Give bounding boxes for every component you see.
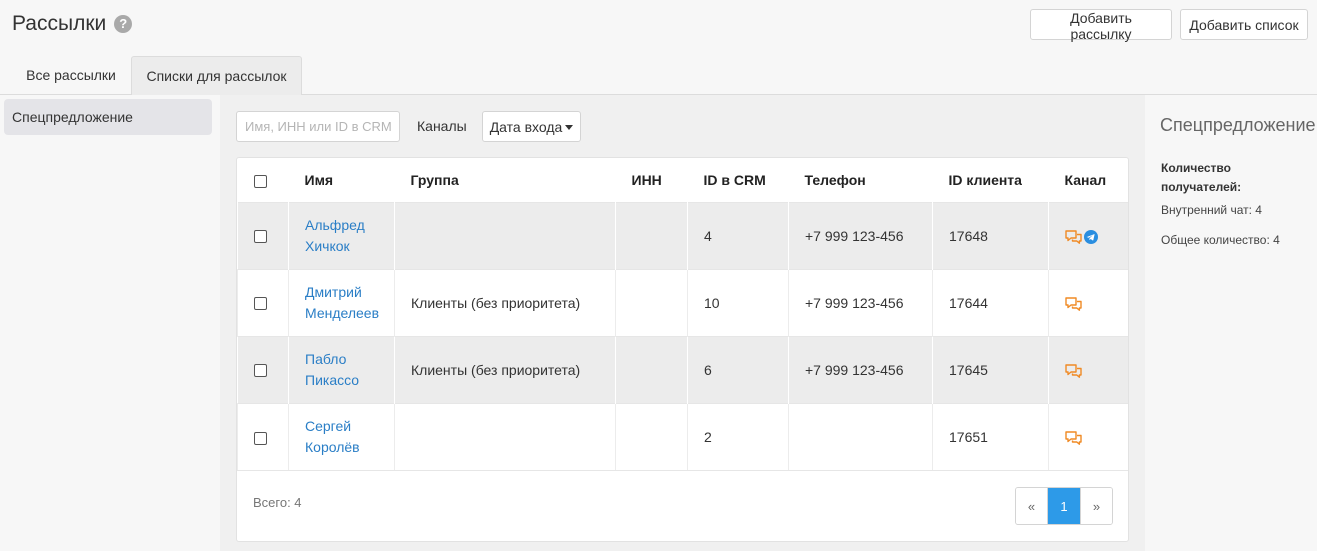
list-details-panel: Спецпредложение Количество получателей: …: [1145, 95, 1317, 551]
crm-id-cell: 6: [687, 336, 789, 403]
channel-cell: [1048, 202, 1128, 269]
tab-bar: Все рассылки Списки для рассылок: [0, 56, 1317, 96]
list-details-title: Спецпредложение: [1160, 115, 1316, 135]
recipients-count-label: Количество получателей:: [1161, 161, 1242, 194]
recipients-card: Имя Группа ИНН ID в CRM Телефон ID клиен…: [236, 157, 1129, 542]
table-row: Пабло Пикассо Клиенты (без приоритета) 6…: [237, 336, 1128, 403]
add-list-button[interactable]: Добавить список: [1180, 9, 1308, 40]
recipient-name-link[interactable]: Сергей Королёв: [305, 416, 385, 458]
sidebar: Спецпредложение: [0, 95, 220, 551]
table-header-row: Имя Группа ИНН ID в CRM Телефон ID клиен…: [238, 158, 1129, 202]
date-dropdown-label: Дата входа: [489, 118, 563, 135]
inn-cell: [615, 269, 688, 336]
row-select-cell: [237, 403, 289, 470]
client-id-cell: 17648: [932, 202, 1049, 269]
caret-down-icon: [565, 125, 574, 131]
channel-cell: [1048, 269, 1128, 336]
row-checkbox[interactable]: [254, 297, 267, 311]
sidebar-item-special-offer[interactable]: Спецпредложение: [4, 99, 212, 135]
name-cell: Альфред Хичкок: [288, 202, 395, 269]
chat-icon: [1065, 431, 1082, 445]
column-header-phone[interactable]: Телефон: [789, 158, 933, 202]
table-row: Альфред Хичкок 4 +7 999 123-456 17648: [237, 202, 1128, 269]
tab-all-mailings[interactable]: Все рассылки: [12, 56, 130, 95]
main-content: Каналы Дата входа Имя Группа ИНН ID в CR…: [220, 95, 1145, 551]
column-header-group[interactable]: Группа: [395, 158, 616, 202]
pagination: « 1 »: [1015, 487, 1113, 525]
channels-filter[interactable]: Каналы: [417, 111, 467, 142]
search-input[interactable]: [236, 111, 400, 142]
page-1-button[interactable]: 1: [1048, 488, 1080, 524]
chat-icon: [1065, 296, 1082, 311]
inn-cell: [615, 202, 688, 269]
client-id-cell: 17651: [932, 403, 1049, 470]
total-recipients-count: Общее количество: 4: [1161, 233, 1280, 247]
add-mailing-button[interactable]: Добавить рассылку: [1030, 9, 1172, 42]
help-icon[interactable]: ?: [114, 15, 133, 33]
name-cell: Сергей Королёв: [288, 403, 395, 470]
row-checkbox[interactable]: [253, 364, 267, 378]
name-cell: Пабло Пикассо: [288, 336, 395, 403]
crm-id-cell: 2: [687, 403, 789, 470]
recipients-table: Имя Группа ИНН ID в CRM Телефон ID клиен…: [237, 158, 1129, 470]
page-header: Рассылки ? Добавить рассылку Добавить сп…: [0, 0, 1317, 56]
inn-cell: [615, 336, 688, 403]
group-cell: [394, 202, 616, 269]
row-select-cell: [237, 202, 289, 269]
date-dropdown-button[interactable]: Дата входа: [482, 111, 581, 142]
inn-cell: [615, 403, 688, 470]
page-title: Рассылки ?: [12, 12, 133, 36]
telegram-icon: [1084, 229, 1098, 244]
client-id-cell: 17644: [932, 269, 1049, 336]
next-page-button[interactable]: »: [1080, 488, 1112, 524]
chat-icon: [1065, 229, 1082, 244]
chat-icon: [1065, 363, 1082, 378]
channel-cell: [1048, 403, 1128, 470]
crm-id-cell: 10: [687, 269, 789, 336]
table-row: Дмитрий Менделеев Клиенты (без приоритет…: [237, 269, 1128, 336]
column-header-name[interactable]: Имя: [289, 158, 395, 202]
recipient-name-link[interactable]: Дмитрий Менделеев: [305, 282, 385, 324]
row-select-cell: [237, 336, 289, 403]
recipient-name-link[interactable]: Альфред Хичкок: [305, 215, 385, 257]
column-header-inn[interactable]: ИНН: [616, 158, 688, 202]
column-header-channel[interactable]: Канал: [1049, 158, 1129, 202]
table-footer: Всего: 4 « 1 »: [237, 470, 1128, 541]
row-checkbox[interactable]: [253, 230, 267, 244]
group-cell: [394, 403, 616, 470]
phone-cell: +7 999 123-456: [788, 269, 933, 336]
phone-cell: +7 999 123-456: [788, 336, 933, 403]
select-all-checkbox[interactable]: [253, 175, 267, 189]
row-select-cell: [237, 269, 289, 336]
column-header-crm-id[interactable]: ID в CRM: [688, 158, 789, 202]
prev-page-button[interactable]: «: [1016, 488, 1048, 524]
table-row: Сергей Королёв 2 17651: [237, 403, 1128, 470]
page-title-text: Рассылки: [12, 12, 107, 35]
phone-cell: +7 999 123-456: [788, 202, 933, 269]
crm-id-cell: 4: [687, 202, 789, 269]
group-cell: Клиенты (без приоритета): [394, 269, 616, 336]
client-id-cell: 17645: [932, 336, 1049, 403]
select-all-cell: [238, 158, 289, 202]
row-checkbox[interactable]: [254, 431, 267, 445]
phone-cell: [788, 403, 933, 470]
internal-chat-count: Внутренний чат: 4: [1161, 203, 1262, 217]
recipient-name-link[interactable]: Пабло Пикассо: [305, 349, 385, 391]
tab-mailing-lists[interactable]: Списки для рассылок: [131, 56, 302, 96]
name-cell: Дмитрий Менделеев: [288, 269, 395, 336]
group-cell: Клиенты (без приоритета): [394, 336, 616, 403]
total-count: Всего: 4: [253, 495, 302, 510]
column-header-client-id[interactable]: ID клиента: [933, 158, 1049, 202]
channel-cell: [1048, 336, 1128, 403]
